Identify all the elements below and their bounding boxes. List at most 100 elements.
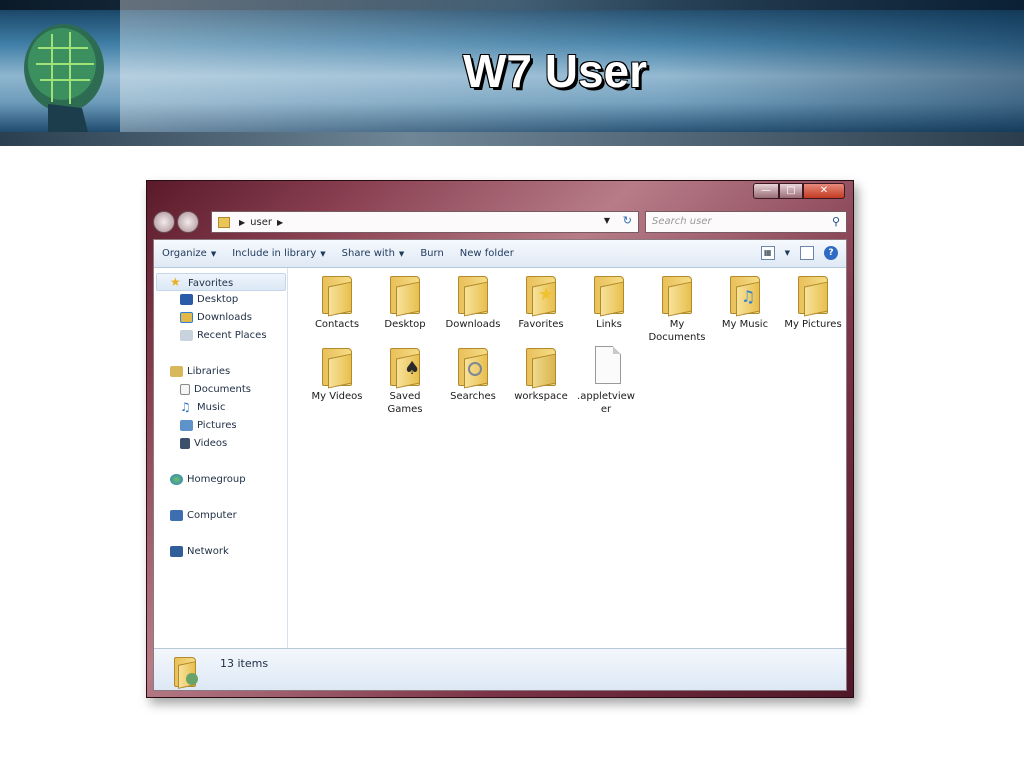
minimize-button[interactable]: — (753, 183, 779, 199)
file-item-my-music[interactable]: ♫ My Music (712, 274, 778, 331)
chevron-down-icon[interactable]: ▼ (785, 249, 790, 257)
file-item-appletviewer[interactable]: .appletviewer (576, 346, 636, 416)
share-with-label: Share with (341, 248, 395, 259)
file-label: Favorites (518, 319, 564, 330)
preview-pane-icon[interactable] (800, 246, 814, 260)
navigation-bar: ▶ user ▶ ▼ ↻ Search user ⚲ (153, 209, 847, 235)
file-item-contacts[interactable]: Contacts (304, 274, 370, 331)
chevron-right-icon[interactable]: ▶ (277, 218, 283, 227)
file-item-workspace[interactable]: workspace (508, 346, 574, 403)
file-item-favorites[interactable]: ★ Favorites (508, 274, 574, 331)
file-item-my-pictures[interactable]: My Pictures (780, 274, 846, 331)
recent-places-icon (180, 330, 193, 341)
toolbar-right-group: ▦ ▼ ? (760, 246, 838, 260)
file-label: Links (596, 319, 622, 330)
slide-title: W7 User (462, 45, 648, 97)
explorer-window: — □ ✕ ▶ user ▶ ▼ ↻ Search user ⚲ Organiz… (146, 180, 854, 698)
network-icon (170, 546, 183, 557)
close-button[interactable]: ✕ (803, 183, 845, 199)
nav-item-downloads[interactable]: Downloads (180, 312, 252, 323)
downloads-icon (180, 312, 193, 323)
pictures-folder-icon (796, 274, 830, 317)
explorer-client-area: Organize ▼ Include in library ▼ Share with… (153, 239, 847, 691)
nav-label-computer: Computer (187, 510, 237, 521)
videos-icon (180, 438, 190, 449)
navigation-pane: ★ Favorites Desktop Downloads Recent Pla… (154, 268, 288, 648)
nav-item-music[interactable]: ♫ Music (180, 401, 225, 413)
homegroup-icon (170, 474, 183, 485)
share-with-button[interactable]: Share with ▼ (334, 248, 413, 259)
file-label: .appletviewer (577, 391, 635, 415)
nav-item-desktop[interactable]: Desktop (180, 294, 238, 305)
nav-item-documents[interactable]: Documents (180, 384, 251, 395)
address-dropdown-icon[interactable]: ▼ (604, 216, 610, 225)
nav-item-computer[interactable]: Computer (170, 510, 237, 521)
nav-label-pictures: Pictures (197, 420, 237, 431)
chevron-down-icon: ▼ (320, 250, 326, 258)
contacts-folder-icon (320, 274, 354, 317)
file-label: Saved Games (387, 391, 423, 415)
computer-icon (170, 510, 183, 521)
saved-games-folder-icon: ♠ (388, 346, 422, 389)
file-item-downloads[interactable]: Downloads (440, 274, 506, 331)
file-item-links[interactable]: Links (576, 274, 642, 331)
file-item-desktop[interactable]: Desktop (372, 274, 438, 331)
refresh-icon[interactable]: ↻ (623, 214, 632, 227)
nav-label-videos: Videos (194, 438, 228, 449)
breadcrumb-user[interactable]: user (250, 217, 272, 228)
file-label: Searches (450, 391, 496, 402)
forward-button[interactable] (177, 211, 199, 233)
file-label: My Videos (311, 391, 363, 402)
back-button[interactable] (153, 211, 175, 233)
file-label: Contacts (314, 319, 360, 330)
nav-item-libraries[interactable]: Libraries (170, 366, 230, 377)
change-view-icon[interactable]: ▦ (760, 246, 775, 260)
help-icon[interactable]: ? (824, 246, 838, 260)
search-icon[interactable]: ⚲ (832, 215, 840, 228)
downloads-folder-icon (456, 274, 490, 317)
file-label: My Pictures (784, 319, 842, 330)
nav-item-homegroup[interactable]: Homegroup (170, 474, 246, 485)
file-icon (589, 346, 623, 386)
nav-label-homegroup: Homegroup (187, 474, 246, 485)
address-bar[interactable]: ▶ user ▶ ▼ ↻ (211, 211, 639, 233)
burn-button[interactable]: Burn (412, 248, 451, 259)
file-label: My Music (721, 319, 769, 330)
videos-folder-icon (320, 346, 354, 389)
organize-label: Organize (162, 248, 207, 259)
search-placeholder: Search user (652, 216, 712, 227)
nav-label-desktop: Desktop (197, 294, 239, 305)
organize-button[interactable]: Organize ▼ (154, 248, 224, 259)
desktop-icon (180, 294, 193, 305)
maximize-button[interactable]: □ (779, 183, 803, 199)
file-label: Downloads (445, 319, 501, 330)
star-icon: ★ (170, 275, 181, 289)
file-view: Contacts Desktop Downloads ★ Favorites L… (294, 274, 844, 644)
include-in-library-button[interactable]: Include in library ▼ (224, 248, 333, 259)
documents-folder-icon (660, 274, 694, 317)
file-item-searches[interactable]: Searches (440, 346, 506, 403)
file-item-my-videos[interactable]: My Videos (304, 346, 370, 403)
nav-label-recent-places: Recent Places (197, 330, 267, 341)
banner-bottom-strip (0, 132, 1024, 146)
search-input[interactable]: Search user ⚲ (645, 211, 847, 233)
nav-label-network: Network (187, 546, 229, 557)
nav-item-videos[interactable]: Videos (180, 438, 227, 449)
file-item-my-documents[interactable]: My Documents (644, 274, 710, 344)
nav-label-documents: Documents (194, 384, 252, 395)
nav-item-network[interactable]: Network (170, 546, 229, 557)
file-label: workspace (514, 391, 568, 402)
item-count: 13 items (220, 657, 269, 670)
nav-item-favorites[interactable]: ★ Favorites (170, 276, 233, 290)
window-controls: — □ ✕ (753, 183, 845, 199)
include-in-library-label: Include in library (232, 248, 317, 259)
new-folder-button[interactable]: New folder (452, 248, 522, 259)
nav-item-recent-places[interactable]: Recent Places (180, 330, 267, 341)
slide-header-banner: W7 User (0, 0, 1024, 146)
searches-folder-icon (456, 346, 490, 389)
file-item-saved-games[interactable]: ♠ Saved Games (372, 346, 438, 416)
desktop-folder-icon (388, 274, 422, 317)
music-folder-icon: ♫ (728, 274, 762, 317)
nav-item-pictures[interactable]: Pictures (180, 420, 237, 431)
nav-label-libraries: Libraries (187, 366, 231, 377)
